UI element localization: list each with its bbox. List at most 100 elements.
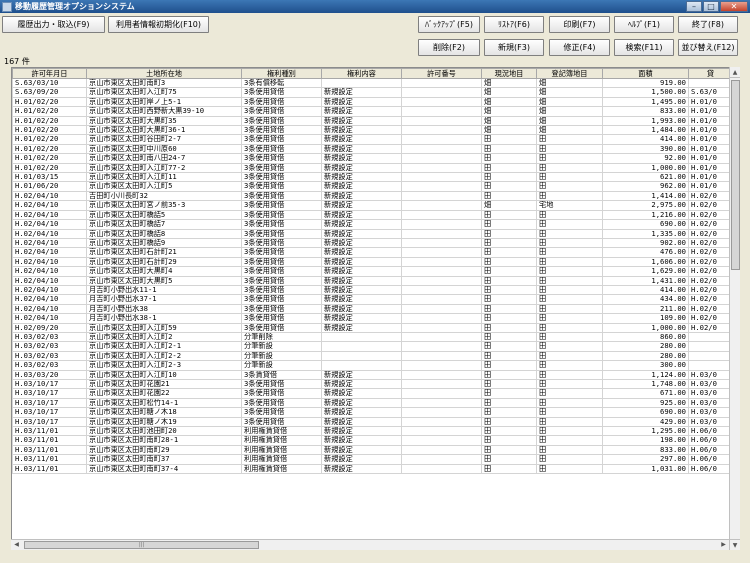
table-row[interactable]: H.03/10/17 京山市東区太田町糖ノ木18 3条使用貸借 新規設定田田 690.0… <box>12 407 733 418</box>
exit-button[interactable]: 終了(F8) <box>678 16 738 33</box>
table-cell: H.02/09/20 <box>12 322 87 333</box>
print-button[interactable]: 印刷(F7) <box>549 16 610 33</box>
backup-button[interactable]: ﾊﾞｯｸｱｯﾌﾟ(F5) <box>418 16 480 33</box>
help-button[interactable]: ﾍﾙﾌﾟ(F1) <box>614 16 674 33</box>
vertical-scroll-thumb[interactable] <box>731 80 740 270</box>
table-row[interactable]: H.01/02/20 京山市東区太田町南八田24-7 3条使用貸借 新規設定田田 92.… <box>12 153 733 164</box>
init-user-info-button[interactable]: 利用者情報初期化(F10) <box>108 16 209 33</box>
vertical-scrollbar[interactable]: ▲ ▼ <box>729 67 740 550</box>
new-button[interactable]: 新規(F3) <box>484 39 544 56</box>
table-row[interactable]: H.01/03/15 京山市東区太田町入江町11 3条使用貸借 新規設定田田 621.0… <box>12 172 733 183</box>
column-header[interactable]: 現況地目 <box>481 68 537 79</box>
table-row[interactable]: H.02/04/10 京山市東区太田町大黒町4 3条使用貸借 新規設定田田 1,629.… <box>12 266 733 277</box>
table-row[interactable]: H.03/03/20 京山市東区太田町入江町10 3条賃貸借 新規設定田田 1,124.… <box>12 369 733 381</box>
table-row[interactable]: H.02/04/10 月吉町小野出水38 3条使用貸借 新規設定田田 211.00 H.0… <box>12 303 733 315</box>
table-row[interactable]: H.03/11/01 京山市東区太田町南町37-4 利用権賃貸借 新規設定田田 1,03… <box>12 463 733 475</box>
table-cell: 3条使用貸借 <box>241 275 322 286</box>
table-cell: H.02/0 <box>688 190 733 202</box>
history-output-button[interactable]: 履歴出力・取込(F9) <box>2 16 105 33</box>
table-row[interactable]: H.03/10/17 京山市東区太田町花園22 3条使用貸借 新規設定田田 671.00… <box>12 388 733 399</box>
table-cell: 3条使用貸借 <box>241 378 322 390</box>
table-row[interactable]: H.03/10/17 京山市東区太田町花園21 3条使用貸借 新規設定田田 1,748.… <box>12 378 733 390</box>
table-row[interactable]: H.02/04/10 吉田町小川長町32 3条使用貸借 新規設定田田 1,414.00 H… <box>12 190 733 202</box>
column-header[interactable]: 登記簿地目 <box>536 68 603 79</box>
delete-button[interactable]: 削除(F2) <box>418 39 480 56</box>
table-cell: 田 <box>481 454 537 465</box>
table-row[interactable]: H.03/02/03 京山市東区太田町入江町2-1 分筆新設田田 280.00 <box>12 341 733 352</box>
table-row[interactable]: H.02/04/10 月吉町小野出水11-1 3条使用貸借 新規設定田田 414.00 H… <box>12 284 733 296</box>
table-row[interactable]: H.02/04/10 京山市東区太田町宮ノ前35-3 3条使用貸借 新規設定 畑宅地 2,… <box>12 200 733 211</box>
table-cell <box>688 331 733 343</box>
table-row[interactable]: H.01/02/20 京山市東区太田町岸ノ上5-1 3条使用貸借 新規設定畑畑 1,49… <box>12 96 733 108</box>
table-row[interactable]: H.03/11/01 京山市東区太田町南町37 利用権賃貸借 新規設定田田 297.00… <box>12 454 733 465</box>
table-row[interactable]: H.02/09/20 京山市東区太田町入江町59 3条使用貸借 新規設定田田 1,000… <box>12 322 733 333</box>
scroll-right-icon[interactable]: ▶ <box>718 540 729 550</box>
scroll-down-icon[interactable]: ▼ <box>730 539 740 550</box>
table-row[interactable]: H.02/04/10 京山市東区太田町橋詰9 3条使用貸借 新規設定田田 902.00 H… <box>12 237 733 249</box>
table-row[interactable]: H.02/04/10 京山市東区太田町石計町21 3条使用貸借 新規設定田田 476.0… <box>12 247 733 258</box>
table-row[interactable]: H.02/04/10 京山市東区太田町大黒町5 3条使用貸借 新規設定田田 1,431.… <box>12 275 733 286</box>
table-cell: 田 <box>536 247 603 258</box>
table-cell: 田 <box>481 209 537 221</box>
minimize-icon[interactable]: – <box>686 0 702 12</box>
table-row[interactable]: H.02/04/10 月吉町小野出水38-1 3条使用貸借 新規設定田田 109.00 H… <box>12 313 733 324</box>
table-row[interactable]: S.63/03/10 京山市東区太田町南町3 3条有償移転畑畑 919.00 <box>12 77 733 89</box>
scroll-left-icon[interactable]: ◀ <box>11 540 22 550</box>
table-cell <box>401 228 482 239</box>
horizontal-scroll-thumb[interactable]: ||| <box>24 541 259 549</box>
column-header[interactable]: 許可年月日 <box>12 68 87 79</box>
table-cell: H.02/0 <box>688 303 733 315</box>
column-header[interactable]: 土地所在地 <box>86 68 242 79</box>
sort-button[interactable]: 並び替え(F12) <box>678 39 738 56</box>
table-row[interactable]: H.03/02/03 京山市東区太田町入江町2-3 分筆新設田田 300.00 <box>12 360 733 371</box>
table-cell <box>401 435 482 446</box>
table-row[interactable]: H.03/02/03 京山市東区太田町入江町2-2 分筆新設田田 280.00 <box>12 350 733 362</box>
table-cell: H.02/04/10 <box>12 313 87 324</box>
table-row[interactable]: S.63/09/20 京山市東区太田町入江町75 3条使用貸借 新規設定畑畑 1,500… <box>12 87 733 98</box>
horizontal-scrollbar[interactable]: ◀ ||| ▶ <box>11 539 729 550</box>
table-cell: H.01/0 <box>688 125 733 136</box>
table-cell: 新規設定 <box>321 369 402 381</box>
table-row[interactable]: H.03/11/01 京山市東区太田町南町28-1 利用権賃貸借 新規設定田田 198.… <box>12 435 733 446</box>
table-cell: 京山市東区太田町橋詰8 <box>86 228 242 239</box>
column-header[interactable]: 権利種別 <box>241 68 322 79</box>
table-cell <box>321 350 402 362</box>
table-row[interactable]: H.01/02/20 京山市東区太田町大黒町36-1 3条使用貸借 新規設定畑畑 1,4… <box>12 125 733 136</box>
maximize-icon[interactable]: □ <box>703 0 719 12</box>
table-row[interactable]: H.01/02/20 京山市東区太田町大黒町35 3条使用貸借 新規設定畑畑 1,993… <box>12 115 733 127</box>
table-cell: 分筆新設 <box>241 341 322 352</box>
table-cell: H.02/04/10 <box>12 256 87 268</box>
search-button[interactable]: 検索(F11) <box>614 39 674 56</box>
table-cell: H.01/06/20 <box>12 181 87 192</box>
edit-button[interactable]: 修正(F4) <box>549 39 610 56</box>
table-row[interactable]: H.01/02/20 京山市東区太田町中川原60 3条使用貸借 新規設定田田 390.0… <box>12 143 733 155</box>
table-row[interactable]: H.02/04/10 京山市東区太田町橋詰5 3条使用貸借 新規設定田田 1,216.0… <box>12 209 733 221</box>
table-cell: 田 <box>481 463 537 475</box>
table-cell: 宅地 <box>536 200 603 211</box>
column-header[interactable]: 権利内容 <box>321 68 402 79</box>
table-cell: 新規設定 <box>321 454 402 465</box>
table-row[interactable]: H.02/04/10 京山市東区太田町石計町29 3条使用貸借 新規設定田田 1,606… <box>12 256 733 268</box>
column-header[interactable]: 貸 <box>688 68 733 79</box>
column-header[interactable]: 許可番号 <box>401 68 482 79</box>
table-row[interactable]: H.03/10/17 京山市東区太田町糖ノ木19 3条使用貸借 新規設定田田 429.0… <box>12 416 733 428</box>
table-row[interactable]: H.02/04/10 京山市東区太田町橋詰7 3条使用貸借 新規設定田田 690.00 H… <box>12 219 733 230</box>
table-row[interactable]: H.02/04/10 月吉町小野出水37-1 3条使用貸借 新規設定田田 434.00 H… <box>12 294 733 305</box>
column-header[interactable]: 面積 <box>602 68 689 79</box>
table-cell: 3条使用貸借 <box>241 256 322 268</box>
table-row[interactable]: H.01/02/20 京山市東区太田町西野新大黒39-10 3条使用貸借 新規設定 畑畑… <box>12 106 733 117</box>
table-row[interactable]: H.02/04/10 京山市東区太田町橋詰8 3条使用貸借 新規設定田田 1,335.0… <box>12 228 733 239</box>
records-grid[interactable]: 許可年月日 土地所在地 権利種別 権利内容 許可番号 現況地目 登記簿地目 面積貸 S.63/… <box>11 67 740 550</box>
table-row[interactable]: H.03/02/03 京山市東区太田町入江町2 分筆削除田田 860.00 <box>12 331 733 343</box>
table-row[interactable]: H.01/02/20 京山市東区太田町谷田町2-7 3条使用貸借 新規設定田田 414.… <box>12 134 733 145</box>
table-row[interactable]: H.03/11/01 京山市東区太田町南町29 利用権賃貸借 新規設定田田 833.00… <box>12 444 733 456</box>
table-row[interactable]: H.03/10/17 京山市東区太田町松竹14-1 3条使用貸借 新規設定田田 925.… <box>12 397 733 409</box>
table-row[interactable]: H.01/06/20 京山市東区太田町入江町5 3条使用貸借 新規設定田田 962.00… <box>12 181 733 192</box>
scroll-up-icon[interactable]: ▲ <box>730 67 740 78</box>
restore-button[interactable]: ﾘｽﾄｱ(F6) <box>484 16 544 33</box>
table-row[interactable]: H.03/11/01 京山市東区太田町池田町20 利用権賃貸借 新規設定田田 1,295… <box>12 426 733 437</box>
close-icon[interactable]: ✕ <box>720 0 748 12</box>
table-cell <box>321 360 402 371</box>
table-row[interactable]: H.01/02/20 京山市東区太田町入江町77-2 3条使用貸借 新規設定田田 1,0… <box>12 162 733 174</box>
table-cell: 京山市東区太田町橋詰7 <box>86 219 242 230</box>
